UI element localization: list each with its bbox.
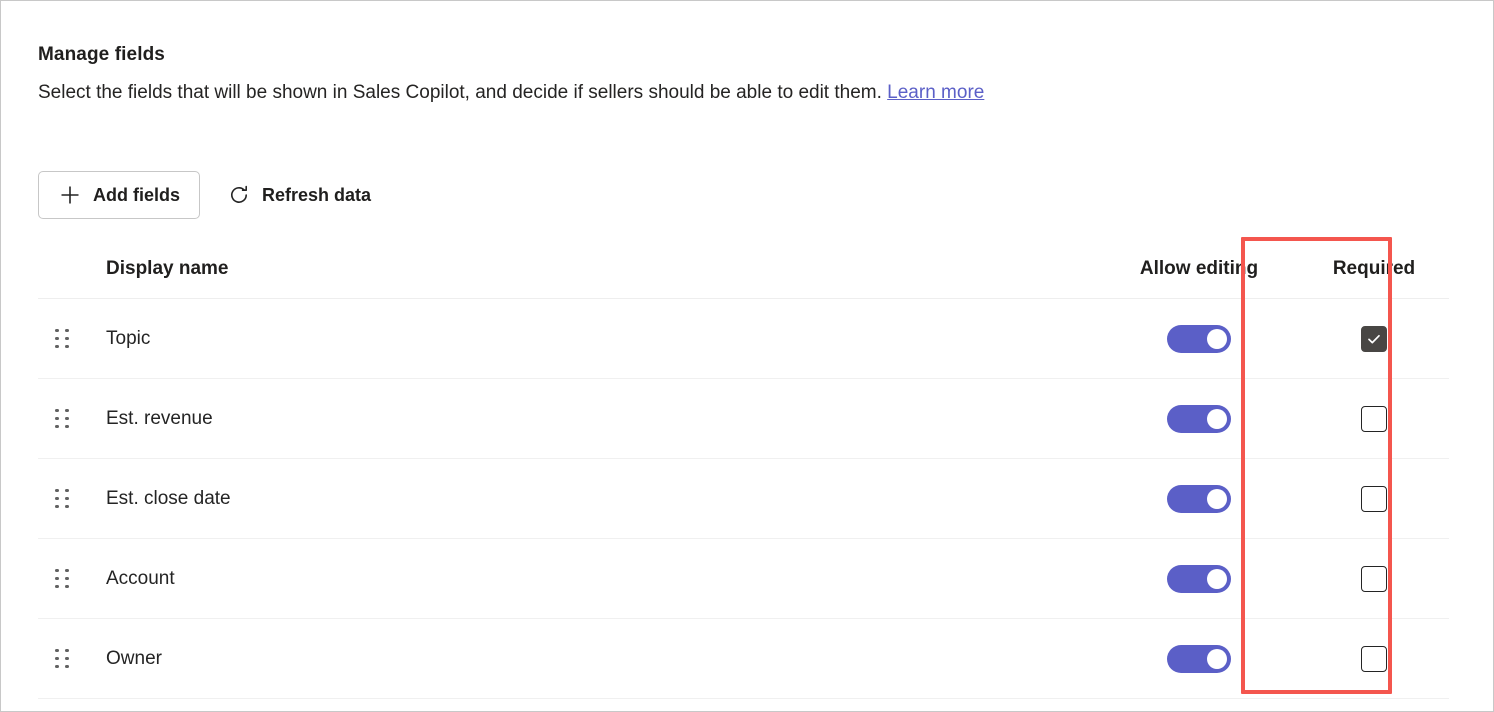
table-row[interactable]: Est. close date	[38, 459, 1449, 539]
fields-table: Display name Allow editing Required Topi…	[38, 239, 1449, 699]
drag-handle-icon[interactable]	[55, 489, 69, 509]
toggle-knob	[1207, 409, 1227, 429]
allow-editing-toggle[interactable]	[1167, 485, 1231, 513]
toggle-knob	[1207, 569, 1227, 589]
plus-icon	[58, 183, 82, 207]
table-header-row: Display name Allow editing Required	[38, 239, 1449, 299]
allow-editing-cell	[1099, 405, 1299, 433]
drag-handle-cell	[38, 329, 87, 349]
allow-editing-cell	[1099, 325, 1299, 353]
field-display-name: Account	[87, 568, 1099, 590]
required-cell	[1299, 406, 1449, 432]
table-row[interactable]: Topic	[38, 299, 1449, 379]
column-header-allow-editing: Allow editing	[1099, 258, 1299, 280]
allow-editing-cell	[1099, 485, 1299, 513]
allow-editing-toggle[interactable]	[1167, 325, 1231, 353]
refresh-icon	[227, 183, 251, 207]
allow-editing-toggle[interactable]	[1167, 645, 1231, 673]
checkmark-icon	[1366, 331, 1382, 347]
drag-handle-icon[interactable]	[55, 569, 69, 589]
field-display-name: Owner	[87, 648, 1099, 670]
toggle-knob	[1207, 649, 1227, 669]
field-display-name: Est. close date	[87, 488, 1099, 510]
table-row[interactable]: Owner	[38, 619, 1449, 699]
drag-handle-cell	[38, 409, 87, 429]
refresh-data-button[interactable]: Refresh data	[212, 171, 391, 219]
allow-editing-cell	[1099, 645, 1299, 673]
toolbar: Add fields Refresh data	[38, 171, 391, 219]
required-cell	[1299, 326, 1449, 352]
required-checkbox[interactable]	[1361, 406, 1387, 432]
allow-editing-toggle[interactable]	[1167, 405, 1231, 433]
field-display-name: Est. revenue	[87, 408, 1099, 430]
page-title: Manage fields	[38, 44, 165, 66]
drag-handle-cell	[38, 569, 87, 589]
column-header-display-name: Display name	[87, 258, 1099, 280]
page-description: Select the fields that will be shown in …	[38, 82, 984, 104]
manage-fields-page: Manage fields Select the fields that wil…	[0, 0, 1494, 712]
drag-handle-icon[interactable]	[55, 649, 69, 669]
required-checkbox[interactable]	[1361, 486, 1387, 512]
drag-handle-cell	[38, 649, 87, 669]
learn-more-link[interactable]: Learn more	[887, 82, 984, 103]
toggle-knob	[1207, 489, 1227, 509]
allow-editing-toggle[interactable]	[1167, 565, 1231, 593]
refresh-data-label: Refresh data	[262, 185, 371, 206]
required-cell	[1299, 566, 1449, 592]
required-cell	[1299, 646, 1449, 672]
required-checkbox[interactable]	[1361, 566, 1387, 592]
table-row[interactable]: Account	[38, 539, 1449, 619]
required-cell	[1299, 486, 1449, 512]
table-row[interactable]: Est. revenue	[38, 379, 1449, 459]
add-fields-label: Add fields	[93, 185, 180, 206]
required-checkbox[interactable]	[1361, 646, 1387, 672]
drag-handle-icon[interactable]	[55, 329, 69, 349]
field-display-name: Topic	[87, 328, 1099, 350]
drag-handle-icon[interactable]	[55, 409, 69, 429]
page-description-text: Select the fields that will be shown in …	[38, 82, 882, 103]
drag-handle-cell	[38, 489, 87, 509]
toggle-knob	[1207, 329, 1227, 349]
required-checkbox[interactable]	[1361, 326, 1387, 352]
column-header-required: Required	[1299, 258, 1449, 280]
allow-editing-cell	[1099, 565, 1299, 593]
add-fields-button[interactable]: Add fields	[38, 171, 200, 219]
